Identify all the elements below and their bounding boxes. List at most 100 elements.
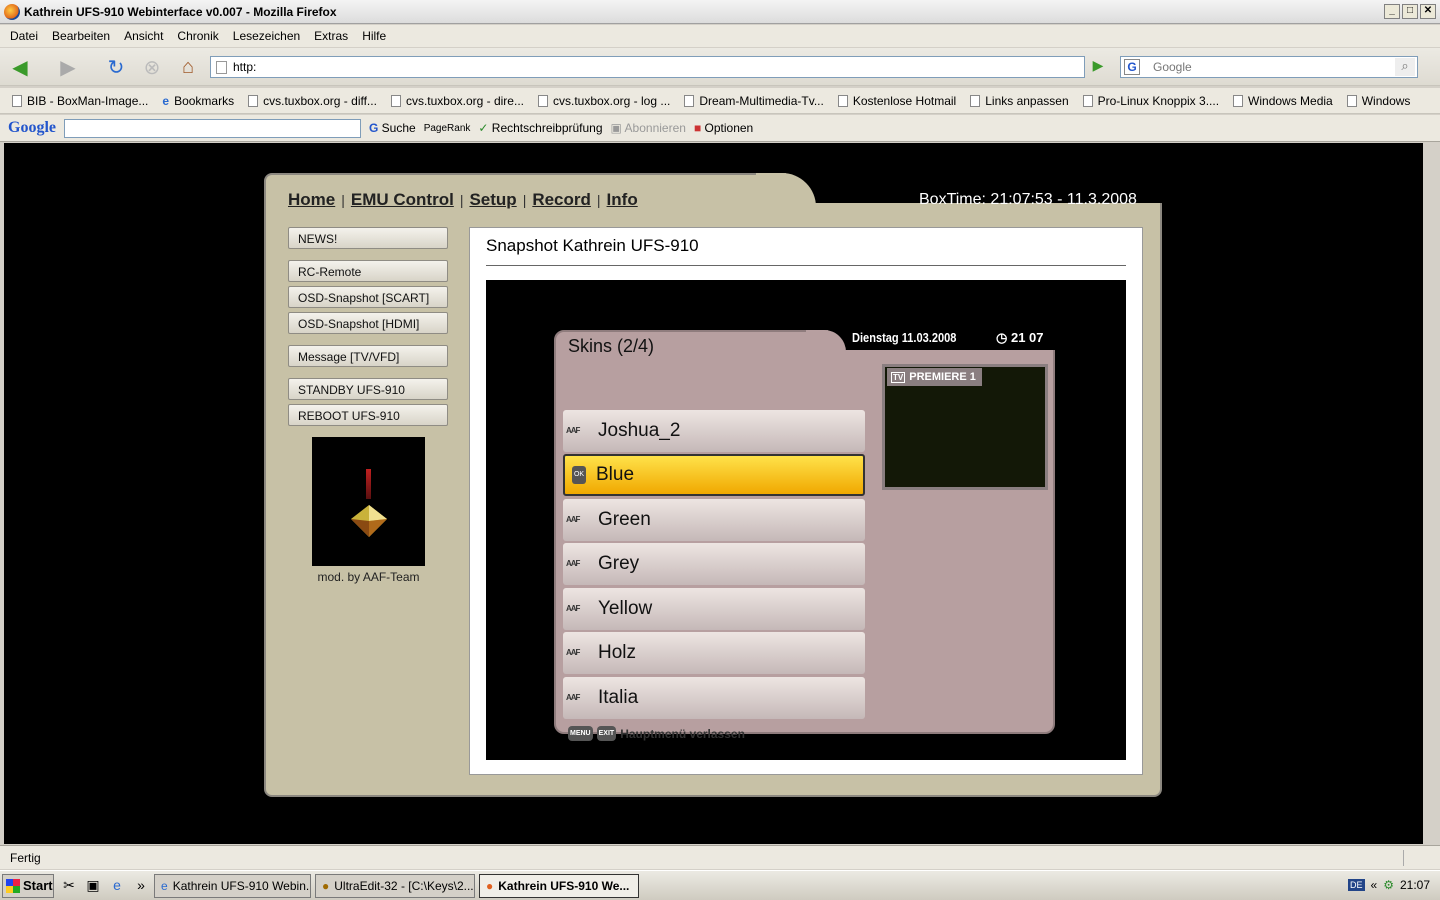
menu-chronik[interactable]: Chronik: [177, 29, 218, 43]
rss-icon: ▣: [610, 121, 625, 135]
menu-datei[interactable]: Datei: [10, 29, 38, 43]
nav-info[interactable]: Info: [607, 190, 638, 210]
standby-button[interactable]: STANDBY UFS-910: [288, 378, 448, 400]
task-firefox-1[interactable]: e Kathrein UFS-910 Webin...: [154, 873, 311, 898]
snapshot-title: Snapshot Kathrein UFS-910: [486, 236, 699, 255]
tv-icon: TV: [891, 371, 906, 383]
bookmark-item[interactable]: Pro-Linux Knoppix 3....: [1082, 94, 1219, 108]
menu-lesezeichen[interactable]: Lesezeichen: [233, 29, 300, 43]
message-button[interactable]: Message [TV/VFD]: [288, 345, 448, 367]
bookmark-item[interactable]: BIB - BoxMan-Image...: [12, 94, 148, 108]
pagerank-indicator[interactable]: PageRank: [424, 123, 471, 134]
menu-key-icon: MENU: [568, 726, 593, 741]
osd-skin-item-selected: OK Blue: [563, 454, 865, 496]
ultraedit-icon: ●: [322, 878, 330, 893]
back-icon[interactable]: ◀: [8, 56, 32, 79]
bookmark-item[interactable]: Kostenlose Hotmail: [837, 94, 956, 108]
home-icon[interactable]: ⌂: [176, 56, 200, 78]
osd-snapshot-scart-button[interactable]: OSD-Snapshot [SCART]: [288, 286, 448, 308]
status-bar: Fertig: [0, 845, 1440, 869]
close-button[interactable]: ✕: [1420, 4, 1436, 19]
menu-extras[interactable]: Extras: [314, 29, 348, 43]
google-search-engine-icon[interactable]: G: [1124, 59, 1140, 75]
task-firefox-active[interactable]: ● Kathrein UFS-910 We...: [479, 873, 639, 898]
google-logo[interactable]: Google: [8, 119, 56, 137]
menu-ansicht[interactable]: Ansicht: [124, 29, 163, 43]
google-toolbar: Google G Suche PageRank ✓ Rechtschreibpr…: [0, 115, 1440, 142]
search-icon[interactable]: ⌕: [1395, 58, 1415, 76]
content-area: Snapshot Kathrein UFS-910 Skins (2/4) Di…: [469, 227, 1143, 775]
maximize-button[interactable]: □: [1402, 4, 1418, 19]
status-text: Fertig: [10, 850, 41, 865]
desktop-icon[interactable]: ▣: [84, 877, 102, 895]
task-ultraedit[interactable]: ● UltraEdit-32 - [C:\Keys\2...: [315, 873, 475, 898]
spellcheck-icon: ✓: [478, 121, 492, 135]
osd-date: Dienstag 11.03.2008: [852, 330, 957, 345]
bookmark-item[interactable]: cvs.tuxbox.org - dire...: [390, 94, 524, 108]
bookmark-item[interactable]: Windows Media: [1233, 94, 1333, 108]
search-input[interactable]: G Google ⌕: [1120, 56, 1418, 78]
aaf-icon: AAF: [566, 693, 580, 702]
system-tray: DE « ⚙ 21:07: [1348, 873, 1440, 897]
webinterface-panel: Home | EMU Control | Setup | Record | Info B…: [264, 171, 1186, 797]
aaf-icon: AAF: [566, 648, 580, 657]
language-indicator[interactable]: DE: [1348, 879, 1365, 891]
bookmark-item[interactable]: e Bookmarks: [162, 94, 234, 108]
ie-icon: e: [161, 878, 168, 893]
osd-skin-item: AAF Holz: [563, 632, 865, 674]
reboot-button[interactable]: REBOOT UFS-910: [288, 404, 448, 426]
options-button[interactable]: ■ Optionen: [694, 121, 753, 135]
minimize-button[interactable]: _: [1384, 4, 1400, 19]
reload-icon[interactable]: ↻: [104, 56, 128, 79]
bookmark-item[interactable]: cvs.tuxbox.org - log ...: [537, 94, 670, 108]
page-icon: [970, 94, 981, 107]
page-icon: [1233, 94, 1244, 107]
page-icon: [390, 94, 401, 107]
bookmark-item[interactable]: cvs.tuxbox.org - diff...: [248, 94, 377, 108]
windows-logo-icon: [6, 878, 20, 893]
box-time: BoxTime: 21:07:53 - 11.3.2008: [919, 191, 1137, 208]
bookmark-item[interactable]: Dream-Multimedia-Tv...: [684, 94, 824, 108]
subscribe-button[interactable]: ▣ Abonnieren: [611, 121, 686, 135]
tray-expand-icon[interactable]: «: [1371, 878, 1378, 892]
exit-key-icon: EXIT: [596, 726, 617, 741]
rc-remote-button[interactable]: RC-Remote: [288, 260, 448, 282]
spellcheck-button[interactable]: ✓ Rechtschreibprüfung: [478, 121, 602, 135]
nav-record[interactable]: Record: [532, 190, 591, 210]
go-icon[interactable]: ▶: [1088, 57, 1108, 77]
stop-icon[interactable]: ⊗: [140, 56, 164, 79]
quicklaunch-more-icon[interactable]: »: [132, 877, 150, 895]
osd-snapshot-hdmi-button[interactable]: OSD-Snapshot [HDMI]: [288, 312, 448, 334]
menu-bearbeiten[interactable]: Bearbeiten: [52, 29, 110, 43]
page-icon: [1346, 94, 1357, 107]
navigation-toolbar: ◀ ▶ ↻ ⊗ ⌂ http: ▶ G Google ⌕: [0, 48, 1440, 86]
resize-grip[interactable]: [1403, 850, 1433, 866]
bookmark-item[interactable]: Links anpassen: [970, 94, 1069, 108]
page-icon: [248, 94, 259, 107]
bookmark-item[interactable]: Windows: [1346, 94, 1410, 108]
nav-home[interactable]: Home: [288, 190, 335, 210]
tools-icon[interactable]: ✂: [60, 877, 78, 895]
start-button[interactable]: Start: [2, 873, 54, 898]
network-icon[interactable]: ⚙: [1383, 878, 1394, 892]
ie-icon[interactable]: e: [108, 877, 126, 895]
osd-skin-item: AAF Joshua_2: [563, 410, 865, 452]
ie-icon: e: [162, 93, 170, 108]
page-viewport: Home | EMU Control | Setup | Record | Info B…: [4, 143, 1423, 844]
google-toolbar-input[interactable]: [64, 118, 361, 138]
osd-skin-item: AAF Grey: [563, 543, 865, 585]
aaf-logo: [312, 437, 425, 566]
osd-snapshot-image: Skins (2/4) Dienstag 11.03.2008 ◷ 21 07 …: [486, 280, 1126, 760]
osd-skins-menu: Skins (2/4) Dienstag 11.03.2008 ◷ 21 07 …: [554, 328, 1062, 741]
clock-icon: ◷: [996, 330, 1011, 345]
url-input[interactable]: http:: [210, 56, 1085, 78]
google-search-button[interactable]: G Suche: [369, 121, 416, 135]
google-g-icon: G: [369, 121, 382, 135]
news-button[interactable]: NEWS!: [288, 227, 448, 249]
nav-setup[interactable]: Setup: [469, 190, 516, 210]
mod-by-label: mod. by AAF-Team: [317, 570, 420, 584]
osd-skin-item: AAF Yellow: [563, 588, 865, 630]
nav-emu-control[interactable]: EMU Control: [351, 190, 454, 210]
menu-hilfe[interactable]: Hilfe: [362, 29, 386, 43]
forward-icon[interactable]: ▶: [56, 56, 80, 79]
